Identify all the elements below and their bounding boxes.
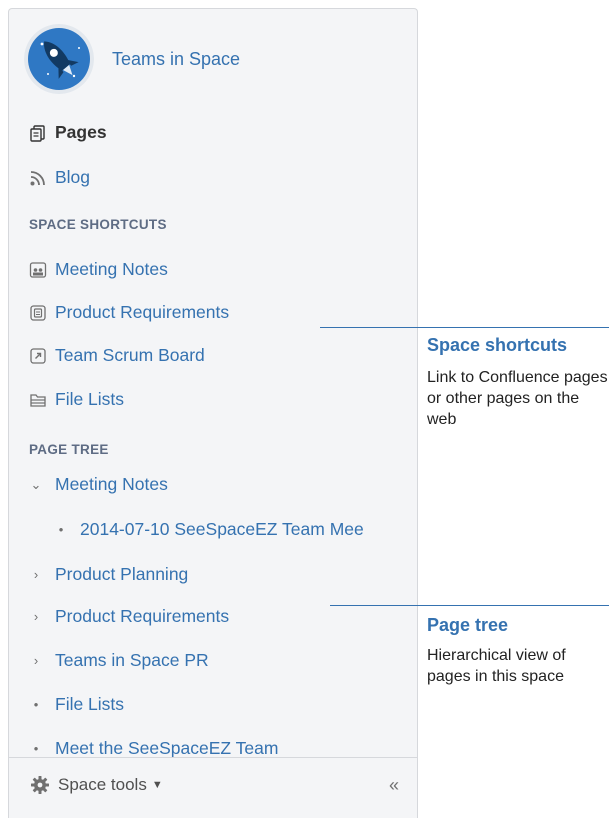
- collapse-sidebar-button[interactable]: «: [389, 775, 399, 796]
- nav-pages-label: Pages: [55, 122, 107, 142]
- tree-item-meeting-notes[interactable]: ⌄ Meeting Notes: [29, 474, 168, 495]
- tree-item-label: Meeting Notes: [55, 474, 168, 494]
- bullet-icon: •: [58, 522, 64, 537]
- shortcut-product-requirements-label: Product Requirements: [55, 302, 230, 322]
- chevron-right-icon[interactable]: ›: [29, 567, 43, 582]
- space-shortcuts-heading: SPACE SHORTCUTS: [29, 217, 167, 232]
- requirements-icon: [29, 304, 47, 322]
- bullet-icon: •: [33, 741, 39, 756]
- nav-pages[interactable]: Pages: [29, 122, 107, 143]
- file-list-icon: [29, 391, 47, 409]
- external-link-icon: [29, 347, 47, 365]
- space-tools-label: Space tools: [58, 775, 147, 794]
- tree-callout-line: [330, 605, 609, 606]
- shortcut-product-requirements[interactable]: Product Requirements: [29, 302, 229, 323]
- pages-icon: [29, 124, 47, 142]
- tree-item-label: File Lists: [55, 694, 125, 714]
- shortcut-team-scrum-board[interactable]: Team Scrum Board: [29, 345, 205, 366]
- page-tree-heading: PAGE TREE: [29, 442, 109, 457]
- tree-item-label: 2014-07-10 SeeSpaceEZ Team Mee: [80, 519, 364, 539]
- tree-item-label: Meet the SeeSpaceEZ Team: [55, 738, 279, 758]
- shortcuts-callout-line: [320, 327, 609, 328]
- shortcuts-callout-text: Link to Confluence pages or other pages …: [427, 369, 608, 428]
- shortcut-team-scrum-board-label: Team Scrum Board: [55, 345, 205, 365]
- shortcut-meeting-notes[interactable]: Meeting Notes: [29, 259, 168, 280]
- tree-item-meet-the-team[interactable]: • Meet the SeeSpaceEZ Team: [29, 738, 279, 759]
- tree-item-label: Product Requirements: [55, 606, 230, 626]
- space-sidebar: Teams in Space Pages Blog SPACE SHORTCUT…: [8, 8, 418, 818]
- chevron-right-icon[interactable]: ›: [29, 609, 43, 624]
- shortcut-meeting-notes-label: Meeting Notes: [55, 259, 168, 279]
- sidebar-footer: Space tools ▼ «: [9, 757, 417, 818]
- nav-blog[interactable]: Blog: [29, 167, 90, 188]
- gear-icon: [30, 775, 50, 795]
- caret-down-icon: ▼: [151, 779, 163, 791]
- tree-item-team-meeting[interactable]: • 2014-07-10 SeeSpaceEZ Team Mee: [54, 519, 364, 540]
- shortcut-file-lists-label: File Lists: [55, 389, 125, 409]
- bullet-icon: •: [33, 697, 39, 712]
- chevron-down-icon[interactable]: ⌄: [29, 477, 43, 493]
- space-name-link[interactable]: Teams in Space: [112, 49, 240, 70]
- rss-icon: [29, 169, 47, 187]
- tree-item-product-requirements[interactable]: › Product Requirements: [29, 606, 229, 627]
- shortcut-file-lists[interactable]: File Lists: [29, 389, 124, 410]
- nav-blog-label: Blog: [55, 167, 91, 187]
- shortcuts-callout-title: Space shortcuts: [427, 335, 568, 355]
- space-logo-icon[interactable]: [24, 24, 94, 94]
- tree-item-label: Product Planning: [55, 564, 189, 584]
- space-tools-button[interactable]: Space tools ▼: [30, 775, 163, 795]
- tree-callout-title: Page tree: [427, 615, 509, 635]
- meeting-notes-icon: [29, 261, 47, 279]
- space-header: Teams in Space: [24, 24, 240, 94]
- tree-item-teams-in-space-pr[interactable]: › Teams in Space PR: [29, 650, 209, 671]
- tree-callout-text: Hierarchical view of pages in this space: [427, 647, 566, 685]
- tree-item-label: Teams in Space PR: [55, 650, 209, 670]
- tree-item-product-planning[interactable]: › Product Planning: [29, 564, 188, 585]
- tree-item-file-lists[interactable]: • File Lists: [29, 694, 124, 715]
- chevron-right-icon[interactable]: ›: [29, 653, 43, 668]
